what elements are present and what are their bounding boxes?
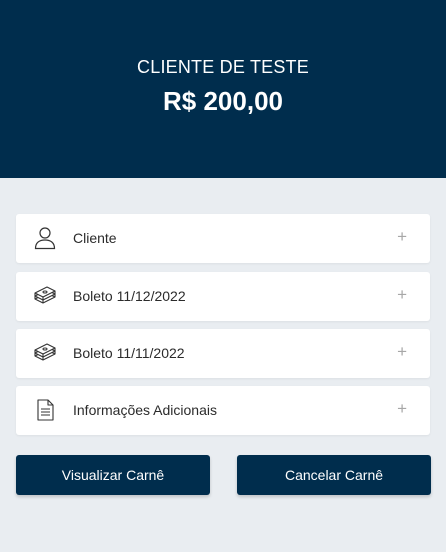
section-label: Informações Adicionais [73,402,217,418]
client-name: CLIENTE DE TESTE [137,57,309,77]
section-label: Boleto 11/12/2022 [73,288,186,304]
section-informacoes-adicionais[interactable]: Informações Adicionais + [16,386,430,435]
section-boleto-1[interactable]: Boleto 11/12/2022 + [16,272,430,321]
total-amount: R$ 200,00 [163,86,283,116]
money-stack-icon [33,341,57,365]
section-boleto-2[interactable]: Boleto 11/11/2022 + [16,329,430,378]
section-cliente[interactable]: Cliente + [16,214,430,263]
expand-icon[interactable]: + [397,228,407,245]
header-banner: CLIENTE DE TESTE R$ 200,00 [0,0,446,178]
section-label: Cliente [73,230,117,246]
view-carne-button[interactable]: Visualizar Carnê [16,455,210,495]
expand-icon[interactable]: + [397,286,407,303]
cancel-carne-button[interactable]: Cancelar Carnê [237,455,431,495]
document-icon [33,398,57,422]
user-icon [33,226,57,250]
section-label: Boleto 11/11/2022 [73,345,185,361]
expand-icon[interactable]: + [397,343,407,360]
expand-icon[interactable]: + [397,400,407,417]
money-stack-icon [33,284,57,308]
